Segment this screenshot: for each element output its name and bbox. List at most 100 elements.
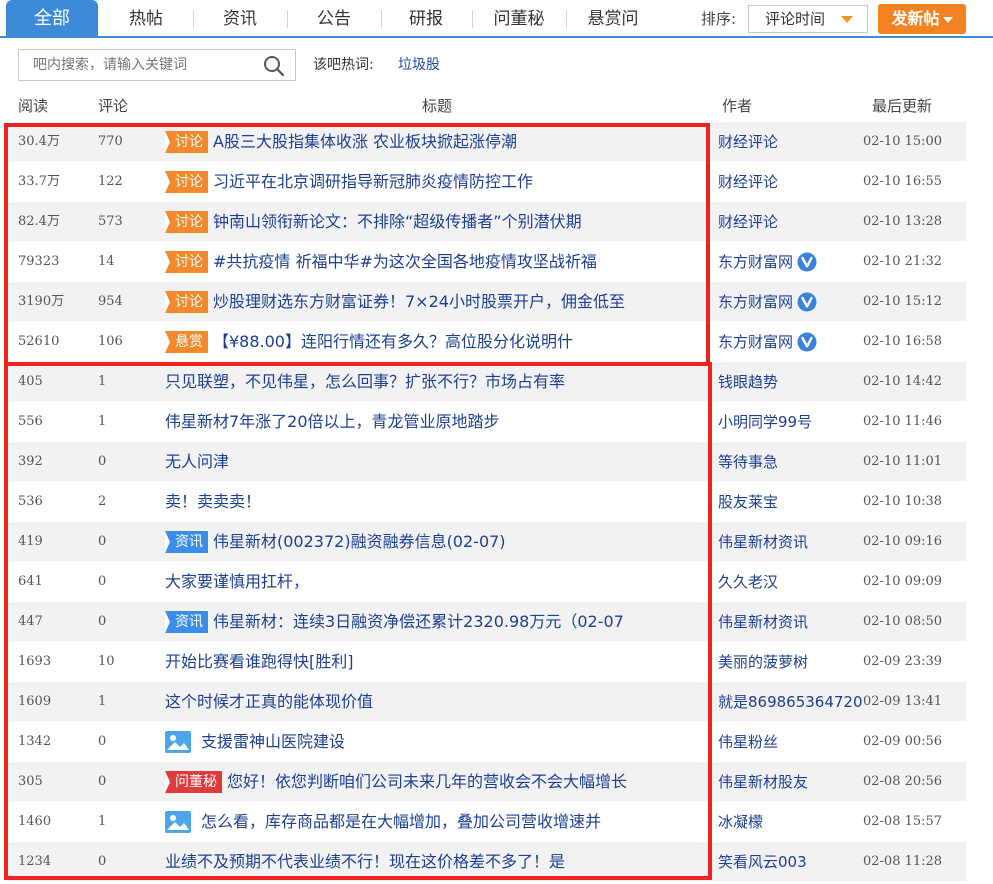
- post-title-link[interactable]: #共抗疫情 祈福中华#为这次全国各地疫情攻坚战祈福: [213, 242, 597, 282]
- read-count: 405: [18, 374, 43, 389]
- author-cell: 冰凝檬: [718, 802, 763, 842]
- chevron-down-icon: [942, 16, 953, 23]
- read-count: 305: [18, 774, 43, 789]
- tab-hot[interactable]: 热帖: [100, 0, 192, 38]
- post-title-cell: 讨论 钟南山领衔新论文：不排除“超级传播者”个别潜伏期: [165, 202, 705, 242]
- author-cell: 财经评论: [718, 202, 778, 242]
- new-post-button[interactable]: 发新帖: [878, 4, 966, 34]
- author-cell: 钱眼趋势: [718, 362, 778, 402]
- author-cell: 笑看风云003: [718, 842, 807, 882]
- author-link[interactable]: 冰凝檬: [718, 802, 763, 842]
- read-count: 1609: [18, 694, 52, 709]
- author-link[interactable]: 东方财富网: [718, 282, 793, 322]
- last-update-time: 02-10 16:55: [863, 174, 943, 189]
- post-title-link[interactable]: 钟南山领衔新论文：不排除“超级传播者”个别潜伏期: [213, 202, 582, 242]
- post-type-tag[interactable]: 资讯: [165, 531, 208, 553]
- author-link[interactable]: 东方财富网: [718, 322, 793, 362]
- read-count: 82.4万: [18, 214, 60, 229]
- table-row: 1342 0 支援雷神山医院建设 伟星粉丝 02-09 00:56: [8, 722, 966, 762]
- author-link[interactable]: 财经评论: [718, 122, 778, 162]
- post-title-link[interactable]: 【¥88.00】连阳行情还有多久？高位股分化说明什: [213, 322, 573, 362]
- post-title-link[interactable]: 无人问津: [165, 442, 229, 482]
- author-link[interactable]: 财经评论: [718, 162, 778, 202]
- author-link[interactable]: 钱眼趋势: [718, 362, 778, 402]
- post-type-tag[interactable]: 问董秘: [165, 771, 222, 793]
- comment-count: 1: [98, 414, 107, 429]
- last-update-time: 02-08 20:56: [863, 774, 943, 789]
- author-cell: 小明同学99号: [718, 402, 812, 442]
- post-title-link[interactable]: 伟星新材：连续3日融资净偿还累计2320.98万元（02-07: [213, 602, 624, 642]
- tab-all[interactable]: 全部: [6, 0, 98, 38]
- post-title-link[interactable]: 开始比赛看谁跑得快[胜利]: [165, 642, 354, 682]
- post-title-link[interactable]: 伟星新材7年涨了20倍以上，青龙管业原地踏步: [165, 402, 500, 442]
- tab-research[interactable]: 研报: [382, 0, 470, 38]
- last-update-time: 02-10 09:09: [863, 574, 943, 589]
- read-count: 1342: [18, 734, 52, 749]
- author-link[interactable]: 财经评论: [718, 202, 778, 242]
- post-title-link[interactable]: 您好！依您判断咱们公司未来几年的营收会不会大幅增长: [227, 762, 627, 802]
- author-link[interactable]: 笑看风云003: [718, 842, 807, 882]
- post-title-link[interactable]: 炒股理财选东方财富证券！7×24小时股票开户，佣金低至: [213, 282, 625, 322]
- author-link[interactable]: 股友莱宝: [718, 482, 778, 522]
- tab-announcement[interactable]: 公告: [288, 0, 380, 38]
- comment-count: 14: [98, 254, 115, 269]
- post-title-link[interactable]: 这个时候才正真的能体现价值: [165, 682, 373, 722]
- post-type-tag[interactable]: 讨论: [165, 171, 208, 193]
- hot-word-link[interactable]: 垃圾股: [398, 49, 440, 81]
- chevron-down-icon: [841, 16, 853, 23]
- post-title-cell: 只见联塑，不见伟星，怎么回事？扩张不行？市场占有率: [165, 362, 705, 402]
- author-link[interactable]: 小明同学99号: [718, 402, 812, 442]
- hot-words-label: 该吧热词:: [313, 57, 374, 73]
- post-title-link[interactable]: 伟星新材(002372)融资融券信息(02-07): [213, 522, 506, 562]
- post-title-link[interactable]: 卖！卖卖卖！: [165, 482, 261, 522]
- read-count: 1460: [18, 814, 52, 829]
- table-row: 305 0 问董秘 您好！依您判断咱们公司未来几年的营收会不会大幅增长 伟星新材股友 02…: [8, 762, 966, 802]
- sort-select[interactable]: 评论时间: [748, 5, 868, 33]
- post-type-tag[interactable]: 资讯: [165, 611, 208, 633]
- post-title-link[interactable]: 只见联塑，不见伟星，怎么回事？扩张不行？市场占有率: [165, 362, 565, 402]
- author-link[interactable]: 伟星新材资讯: [718, 602, 808, 642]
- new-post-label: 发新帖: [891, 9, 940, 28]
- post-title-cell: 悬赏 【¥88.00】连阳行情还有多久？高位股分化说明什: [165, 322, 705, 362]
- author-link[interactable]: 伟星粉丝: [718, 722, 778, 762]
- post-type-tag[interactable]: 讨论: [165, 291, 208, 313]
- author-cell: 东方财富网: [718, 242, 817, 282]
- post-title-link[interactable]: 支援雷神山医院建设: [201, 722, 345, 762]
- table-row: 79323 14 讨论 #共抗疫情 祈福中华#为这次全国各地疫情攻坚战祈福 东方财富网 0…: [8, 242, 966, 282]
- search-icon[interactable]: [263, 55, 285, 77]
- tab-ask-secretary[interactable]: 问董秘: [473, 0, 565, 38]
- author-link[interactable]: 伟星新材资讯: [718, 522, 808, 562]
- last-update-time: 02-09 23:39: [863, 654, 943, 669]
- table-row: 392 0 无人问津 等待事急 02-10 11:01: [8, 442, 966, 482]
- author-link[interactable]: 就是869865364720: [718, 682, 863, 722]
- author-link[interactable]: 久久老汉: [718, 562, 778, 602]
- last-update-time: 02-10 08:50: [863, 614, 943, 629]
- author-link[interactable]: 伟星新材股友: [718, 762, 808, 802]
- post-title-link[interactable]: 怎么看，库存商品都是在大幅增加，叠加公司营收增速并: [201, 802, 601, 842]
- last-update-time: 02-10 21:32: [863, 254, 943, 269]
- tab-bounty[interactable]: 悬赏问: [567, 0, 659, 38]
- author-link[interactable]: 等待事急: [718, 442, 778, 482]
- read-count: 1693: [18, 654, 52, 669]
- post-title-link[interactable]: 习近平在北京调研指导新冠肺炎疫情防控工作: [213, 162, 533, 202]
- comment-count: 0: [98, 774, 107, 789]
- comment-count: 122: [98, 174, 123, 189]
- post-title-cell: 无人问津: [165, 442, 705, 482]
- post-type-tag[interactable]: 讨论: [165, 131, 208, 153]
- comment-count: 106: [98, 334, 123, 349]
- post-type-tag[interactable]: 讨论: [165, 211, 208, 233]
- post-title-link[interactable]: 业绩不及预期不代表业绩不行！现在这价格差不多了！是: [165, 842, 565, 882]
- table-row: 536 2 卖！卖卖卖！ 股友莱宝 02-10 10:38: [8, 482, 966, 522]
- post-title-link[interactable]: A股三大股指集体收涨 农业板块掀起涨停潮: [213, 122, 517, 162]
- post-title-link[interactable]: 大家要谨慎用扛杆，: [165, 562, 309, 602]
- post-list: 30.4万 770 讨论 A股三大股指集体收涨 农业板块掀起涨停潮 财经评论 02-10 …: [8, 122, 966, 882]
- comment-count: 0: [98, 534, 107, 549]
- post-title-cell: 卖！卖卖卖！: [165, 482, 705, 522]
- author-link[interactable]: 东方财富网: [718, 242, 793, 282]
- tab-news[interactable]: 资讯: [194, 0, 286, 38]
- author-cell: 等待事急: [718, 442, 778, 482]
- search-input[interactable]: [19, 50, 255, 80]
- author-link[interactable]: 美丽的菠萝树: [718, 642, 808, 682]
- post-type-tag[interactable]: 讨论: [165, 251, 208, 273]
- post-type-tag[interactable]: 悬赏: [165, 331, 208, 353]
